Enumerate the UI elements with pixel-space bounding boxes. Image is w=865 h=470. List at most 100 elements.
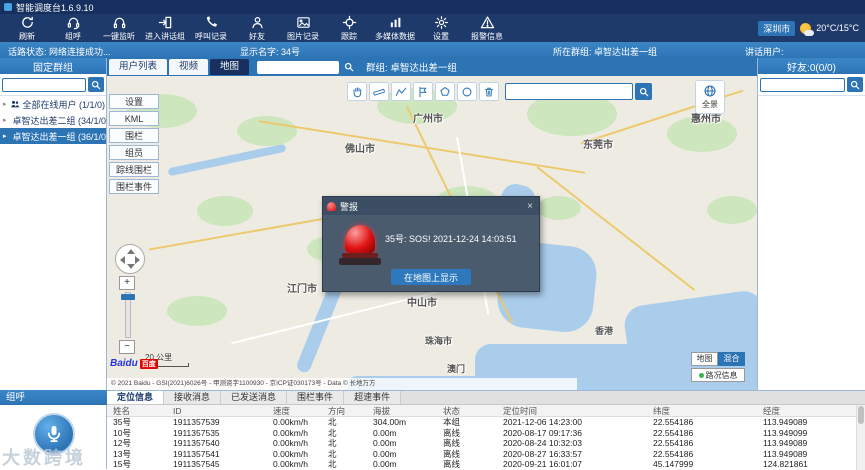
picture-records-button[interactable]: 图片记录	[280, 14, 326, 42]
tracking-button[interactable]: 跟踪	[326, 14, 372, 42]
friends-button[interactable]: 好友	[234, 14, 280, 42]
call-records-button[interactable]: 呼叫记录	[188, 14, 234, 42]
zoom-out-button[interactable]: −	[119, 340, 135, 354]
clear-tool-button[interactable]	[479, 82, 499, 101]
map-place-search-button[interactable]	[635, 83, 652, 100]
zoom-in-button[interactable]: +	[119, 276, 135, 290]
pan-down-icon[interactable]	[127, 264, 135, 269]
current-group: 所在群组: 卓智达出差一组	[553, 47, 658, 57]
friends-search-input[interactable]	[760, 77, 845, 92]
tree-item-group-1[interactable]: ▸ 卓智达出差一组 (36/1/0)	[0, 128, 106, 144]
panorama-button[interactable]: 全景	[695, 80, 725, 114]
listen-icon	[113, 17, 125, 28]
alarm-dialog-titlebar[interactable]: 警报 ×	[323, 197, 539, 215]
friends-search-button[interactable]	[847, 77, 863, 92]
pan-right-icon[interactable]	[135, 256, 140, 264]
table-cell: 北	[328, 448, 337, 459]
show-on-map-button[interactable]: 在地图上显示	[391, 269, 471, 285]
tree-item-group-2[interactable]: ▸ 卓智达出差二组 (34/1/0)	[0, 112, 106, 128]
toolbar-button-label: 好友	[249, 31, 265, 41]
fixed-groups-search-input[interactable]	[2, 77, 86, 92]
tab-overspeed-events[interactable]: 超速事件	[344, 391, 402, 404]
table-scrollbar-thumb[interactable]	[858, 406, 864, 424]
tab-sent-messages[interactable]: 已发送消息	[221, 391, 288, 404]
table-cell: 1911357539	[173, 417, 220, 427]
tab-received-messages[interactable]: 接收消息	[164, 391, 222, 404]
tab-location-info[interactable]: 定位信息	[107, 391, 165, 404]
measure-tool-button[interactable]	[369, 82, 389, 101]
pan-up-icon[interactable]	[127, 249, 135, 254]
phone-icon	[206, 15, 217, 27]
table-cell: 北	[328, 427, 337, 438]
alarm-info-button[interactable]: 报警信息	[464, 14, 510, 42]
flag-icon	[419, 86, 427, 97]
tab-fence-events[interactable]: 围栏事件	[287, 391, 345, 404]
table-cell: 2020-08-17 09:17:36	[503, 427, 582, 438]
map-menu-fence[interactable]: 围栏	[109, 128, 159, 143]
table-row[interactable]: 12号 1911357540 0.00km/h 北 0.00m 离线 2020-…	[107, 438, 865, 449]
column-header[interactable]: 方向	[322, 405, 367, 416]
mark-tool-button[interactable]	[413, 82, 433, 101]
multimedia-button[interactable]: 多媒体数据	[372, 14, 418, 42]
siren-base	[339, 258, 381, 265]
column-header[interactable]: 海拔	[367, 405, 437, 416]
traffic-info-button[interactable]: 路况信息	[691, 368, 745, 382]
table-row[interactable]: 15号 1911357545 0.00km/h 北 0.00m 离线 2020-…	[107, 459, 865, 470]
polyline-tool-button[interactable]	[391, 82, 411, 101]
column-header[interactable]: 定位时间	[497, 405, 647, 416]
table-cell: 2020-08-27 16:33:57	[503, 448, 582, 459]
one-key-monitor-button[interactable]: 一键监听	[96, 14, 142, 42]
table-cell: 0.00m	[373, 438, 397, 449]
settings-button[interactable]: 设置	[418, 14, 464, 42]
column-header[interactable]: 姓名	[107, 405, 167, 416]
user-icon	[251, 16, 263, 28]
display-name: 显示名字: 34号	[240, 47, 301, 57]
pan-tool-button[interactable]	[347, 82, 367, 101]
search-icon	[91, 80, 101, 89]
zoom-slider-thumb[interactable]	[121, 294, 135, 300]
tree-item-all-online-users[interactable]: ▸ 全部在线用户 (1/1/0)	[0, 96, 106, 112]
map-menu-kml[interactable]: KML	[109, 111, 159, 126]
map-user-search-input[interactable]	[257, 60, 340, 74]
expand-arrow-icon[interactable]: ▸	[3, 100, 7, 108]
table-cell: 0.00km/h	[273, 438, 308, 449]
table-cell: 0.00km/h	[273, 448, 308, 459]
enter-talkgroup-button[interactable]: 进入讲话组	[142, 14, 188, 42]
map-pan-control[interactable]	[115, 244, 145, 274]
tab-map[interactable]: 地图	[210, 59, 250, 75]
push-to-talk-button[interactable]	[33, 413, 75, 455]
column-header[interactable]: ID	[167, 405, 267, 416]
table-cell: 本组	[443, 417, 461, 427]
expand-arrow-icon[interactable]: ▸	[3, 116, 7, 124]
tab-user-list[interactable]: 用户列表	[109, 59, 168, 75]
map-menu-settings[interactable]: 设置	[109, 94, 159, 109]
pan-left-icon[interactable]	[120, 256, 125, 264]
layer-hybrid-button[interactable]: 混合	[718, 352, 745, 366]
table-row[interactable]: 35号 1911357539 0.00km/h 北 304.00m 本组 202…	[107, 417, 865, 428]
talking-user: 讲话用户:	[745, 47, 784, 57]
table-row[interactable]: 13号 1911357541 0.00km/h 北 0.00m 离线 2020-…	[107, 448, 865, 460]
city-selector[interactable]: 深圳市	[758, 20, 796, 36]
refresh-button[interactable]: 刷新	[4, 14, 50, 42]
map-menu-trackline-fence[interactable]: 踪线围栏	[109, 162, 159, 177]
column-header[interactable]: 纬度	[647, 405, 757, 416]
map-place-search-input[interactable]	[505, 83, 633, 100]
polygon-tool-button[interactable]	[435, 82, 455, 101]
alarm-message: 35号: SOS! 2021-12-24 14:03:51	[385, 234, 517, 244]
column-header[interactable]: 经度	[757, 405, 856, 416]
group-call-button[interactable]: 组呼	[50, 14, 96, 42]
map-canvas[interactable]: 广州市 惠州市 佛山市 东莞市 江门市 中山市 珠海市 澳门 香港 设置 KML…	[107, 76, 757, 390]
column-header[interactable]: 状态	[437, 405, 497, 416]
table-scrollbar[interactable]	[856, 405, 865, 470]
close-icon[interactable]: ×	[525, 201, 535, 212]
column-header[interactable]: 速度	[267, 405, 322, 416]
fixed-groups-search-button[interactable]	[88, 77, 104, 92]
map-menu-fence-events[interactable]: 围栏事件	[109, 179, 159, 194]
map-user-search-button[interactable]	[341, 60, 357, 74]
map-menu-members[interactable]: 组员	[109, 145, 159, 160]
circle-tool-button[interactable]	[457, 82, 477, 101]
layer-map-button[interactable]: 地图	[691, 352, 718, 366]
tab-video[interactable]: 视频	[169, 59, 209, 75]
table-row[interactable]: 10号 1911357535 0.00km/h 北 0.00m 离线 2020-…	[107, 427, 865, 439]
expand-arrow-icon[interactable]: ▸	[3, 132, 7, 140]
